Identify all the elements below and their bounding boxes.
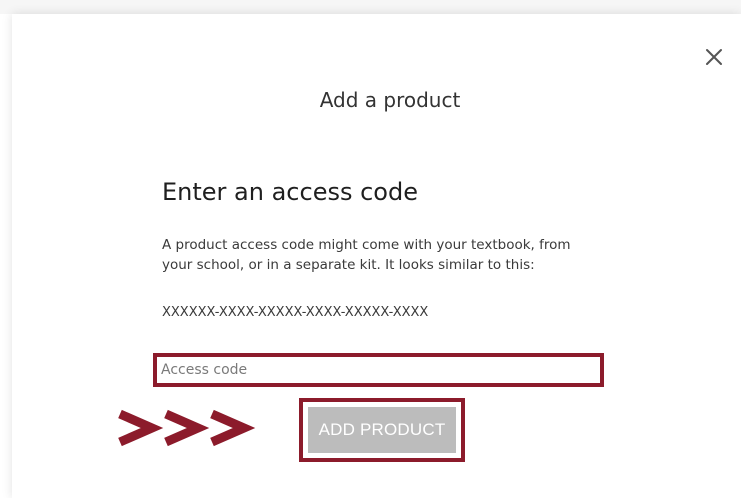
pointer-arrows-annotation (118, 409, 256, 447)
top-background-band (0, 0, 741, 14)
access-code-format-example: XXXXXX-XXXX-XXXXX-XXXX-XXXXX-XXXX (162, 305, 429, 320)
page-stage: Add a product Enter an access code A pro… (0, 0, 741, 498)
add-product-button[interactable]: ADD PRODUCT (308, 407, 456, 453)
access-code-description: A product access code might come with yo… (162, 237, 571, 273)
add-product-button-highlight: ADD PRODUCT (299, 398, 465, 462)
dialog-title: Add a product (319, 88, 461, 112)
access-code-input[interactable] (161, 360, 591, 380)
close-icon[interactable] (702, 45, 726, 69)
section-heading: Enter an access code (162, 178, 418, 206)
access-code-input-highlight (153, 353, 604, 387)
